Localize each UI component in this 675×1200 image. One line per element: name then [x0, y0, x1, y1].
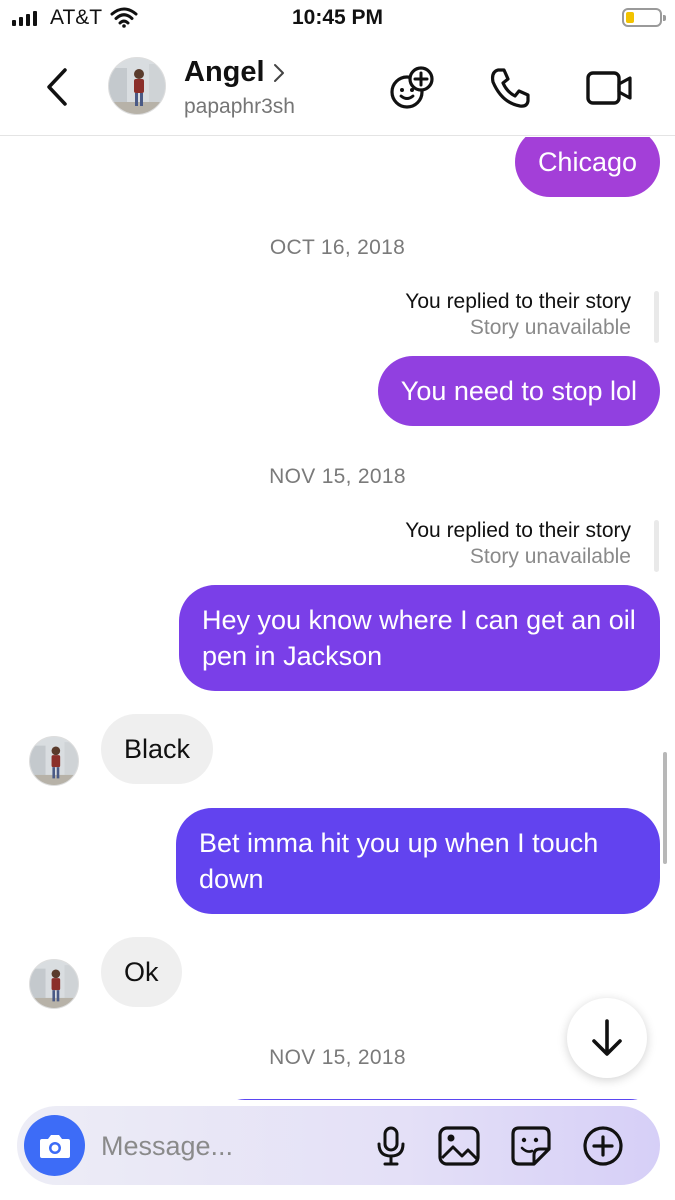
story-reply-title: You replied to their story [405, 290, 631, 313]
plus-icon [583, 1126, 623, 1166]
outgoing-message-partial[interactable] [215, 1099, 660, 1100]
camera-icon [39, 1134, 70, 1158]
date-separator: NOV 15, 2018 [269, 465, 406, 488]
story-unavailable-label: Story unavailable [469, 545, 631, 568]
audio-call-button[interactable] [486, 64, 534, 112]
scrollbar[interactable] [663, 752, 667, 864]
story-reply-title: You replied to their story [405, 519, 631, 542]
more-options-button[interactable] [580, 1123, 626, 1169]
effects-button[interactable] [388, 64, 436, 112]
story-reply-note: You replied to their story Story unavail… [405, 289, 631, 341]
phone-icon [490, 68, 530, 108]
date-separator: OCT 16, 2018 [269, 236, 406, 259]
contact-avatar[interactable] [108, 57, 166, 115]
sticker-icon [511, 1126, 551, 1166]
message-thread[interactable]: Chicago OCT 16, 2018 You replied to thei… [0, 137, 675, 1100]
battery-icon [622, 8, 666, 27]
video-camera-icon [586, 71, 632, 105]
back-button[interactable] [36, 62, 76, 112]
contact-avatar-small[interactable] [29, 959, 79, 1009]
microphone-icon [377, 1126, 405, 1166]
scroll-to-bottom-button[interactable] [567, 998, 647, 1078]
outgoing-message[interactable]: Bet imma hit you up when I touch down [176, 808, 660, 914]
gallery-icon [438, 1126, 480, 1166]
voice-message-button[interactable] [368, 1123, 414, 1169]
incoming-message[interactable]: Ok [101, 937, 182, 1007]
gallery-button[interactable] [436, 1123, 482, 1169]
contact-username[interactable]: papaphr3sh [184, 95, 295, 119]
story-unavailable-label: Story unavailable [469, 316, 631, 339]
outgoing-message[interactable]: You need to stop lol [377, 356, 660, 426]
story-reply-indicator [654, 291, 659, 343]
arrow-down-icon [592, 1019, 622, 1056]
message-input[interactable] [101, 1126, 371, 1166]
status-bar: AT&T 10:45 PM [0, 0, 675, 40]
outgoing-message[interactable]: Chicago [514, 137, 660, 197]
camera-button[interactable] [24, 1115, 85, 1176]
incoming-message[interactable]: Black [101, 714, 214, 784]
contact-avatar-small[interactable] [29, 736, 79, 786]
chevron-right-icon [272, 62, 286, 89]
message-composer [17, 1106, 660, 1185]
sticker-add-icon [390, 66, 434, 109]
video-call-button[interactable] [585, 64, 633, 112]
outgoing-message[interactable]: Hey you know where I can get an oil pen … [179, 585, 660, 691]
chevron-left-icon [47, 68, 67, 106]
story-reply-note: You replied to their story Story unavail… [405, 518, 631, 570]
conversation-header: Angel papaphr3sh [0, 40, 675, 136]
sticker-button[interactable] [508, 1123, 554, 1169]
contact-name[interactable]: Angel [184, 56, 265, 89]
story-reply-indicator [654, 520, 659, 572]
clock-time: 10:45 PM [291, 6, 384, 29]
